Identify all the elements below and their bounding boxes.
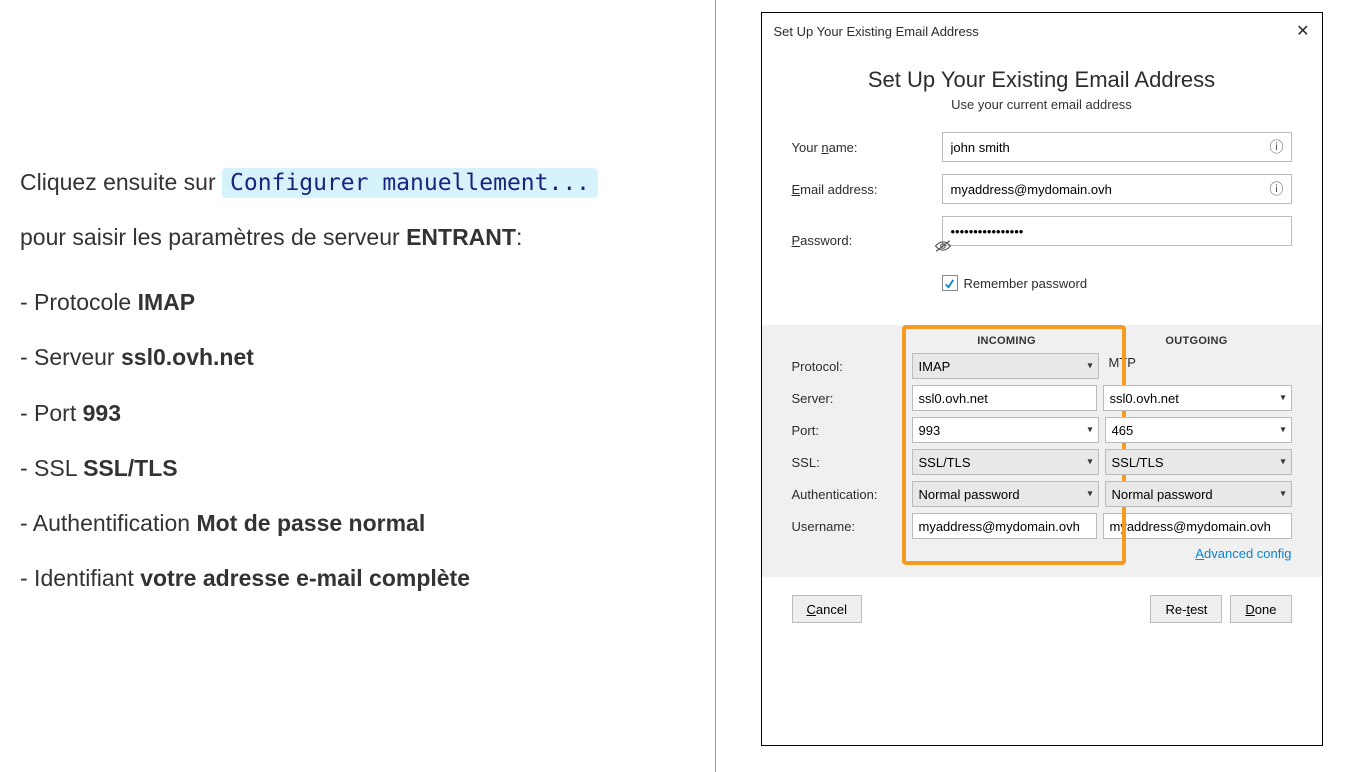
text-bold: ssl0.ovh.net bbox=[121, 344, 254, 370]
outgoing-port-input[interactable] bbox=[1105, 417, 1292, 443]
email-input[interactable] bbox=[942, 174, 1292, 204]
instruction-line-2: pour saisir les paramètres de serveur EN… bbox=[20, 221, 695, 253]
ssl-label: SSL: bbox=[792, 455, 912, 470]
text-bold: votre adresse e-mail complète bbox=[140, 565, 470, 591]
incoming-header: INCOMING bbox=[912, 335, 1102, 347]
outgoing-protocol: MTP bbox=[1105, 353, 1292, 379]
password-input[interactable] bbox=[942, 216, 1292, 246]
incoming-port-input[interactable] bbox=[912, 417, 1099, 443]
text: - Port bbox=[20, 400, 83, 426]
incoming-server-input[interactable] bbox=[912, 385, 1097, 411]
text: - SSL bbox=[20, 455, 83, 481]
username-label: Username: bbox=[792, 519, 912, 534]
text: pour saisir les paramètres de serveur bbox=[20, 224, 406, 250]
incoming-auth-select[interactable]: Normal password bbox=[912, 481, 1099, 507]
text-bold: ENTRANT bbox=[406, 224, 516, 250]
cancel-button[interactable]: Cancel bbox=[792, 595, 862, 623]
dialog-heading: Set Up Your Existing Email Address bbox=[762, 67, 1322, 93]
auth-label: Authentication: bbox=[792, 487, 912, 502]
outgoing-auth-select[interactable]: Normal password bbox=[1105, 481, 1292, 507]
text-bold: IMAP bbox=[138, 289, 196, 315]
text-bold: Mot de passe normal bbox=[196, 510, 425, 536]
text: : bbox=[516, 224, 522, 250]
text: - Serveur bbox=[20, 344, 121, 370]
incoming-protocol-select[interactable]: IMAP bbox=[912, 353, 1099, 379]
dialog-subheading: Use your current email address bbox=[762, 97, 1322, 112]
text-bold: 993 bbox=[83, 400, 121, 426]
outgoing-ssl-select[interactable]: SSL/TLS bbox=[1105, 449, 1292, 475]
text: - Authentification bbox=[20, 510, 196, 536]
incoming-username-input[interactable] bbox=[912, 513, 1097, 539]
port-label: Port: bbox=[792, 423, 912, 438]
server-settings: INCOMING OUTGOING Protocol: IMAP ▾ MTP S… bbox=[762, 325, 1322, 577]
dialog-header: Set Up Your Existing Email Address Use y… bbox=[762, 49, 1322, 120]
info-icon[interactable]: ⓘ bbox=[1270, 137, 1284, 157]
code-snippet: Configurer manuellement... bbox=[222, 168, 598, 198]
server-label: Server: bbox=[792, 391, 912, 406]
eye-off-icon[interactable] bbox=[934, 239, 952, 253]
outgoing-username-input[interactable] bbox=[1103, 513, 1292, 539]
password-label: Password: bbox=[792, 233, 942, 248]
retest-button[interactable]: Re-test bbox=[1150, 595, 1222, 623]
checkbox-icon[interactable] bbox=[942, 275, 958, 291]
parameters-list: - Protocole IMAP - Serveur ssl0.ovh.net … bbox=[20, 275, 695, 606]
remember-password-row[interactable]: Remember password bbox=[942, 275, 1292, 291]
text: - Protocole bbox=[20, 289, 138, 315]
dialog-footer: Cancel Re-test Done bbox=[762, 577, 1322, 643]
done-button[interactable]: Done bbox=[1230, 595, 1291, 623]
remember-password-label: Remember password bbox=[964, 276, 1088, 291]
outgoing-header: OUTGOING bbox=[1102, 335, 1292, 347]
text-bold: SSL/TLS bbox=[83, 455, 178, 481]
outgoing-server-input[interactable] bbox=[1103, 385, 1292, 411]
name-input[interactable] bbox=[942, 132, 1292, 162]
name-label: Your name: bbox=[792, 140, 942, 155]
advanced-config-link[interactable]: Advanced config bbox=[1195, 546, 1291, 561]
info-icon[interactable]: ⓘ bbox=[1270, 179, 1284, 199]
instruction-line-1: Cliquez ensuite sur Configurer manuellem… bbox=[20, 166, 695, 199]
account-form: Your name: ⓘ Email address: ⓘ bbox=[762, 120, 1322, 291]
email-label: Email address: bbox=[792, 182, 942, 197]
dialog-titlebar: Set Up Your Existing Email Address ✕ bbox=[762, 13, 1322, 49]
text: Cliquez ensuite sur bbox=[20, 169, 222, 195]
incoming-ssl-select[interactable]: SSL/TLS bbox=[912, 449, 1099, 475]
instructions-panel: Cliquez ensuite sur Configurer manuellem… bbox=[0, 0, 715, 772]
close-icon[interactable]: ✕ bbox=[1296, 21, 1309, 41]
email-setup-dialog: Set Up Your Existing Email Address ✕ Set… bbox=[761, 12, 1323, 746]
protocol-label: Protocol: bbox=[792, 359, 912, 374]
dialog-title: Set Up Your Existing Email Address bbox=[774, 24, 979, 39]
text: - Identifiant bbox=[20, 565, 140, 591]
